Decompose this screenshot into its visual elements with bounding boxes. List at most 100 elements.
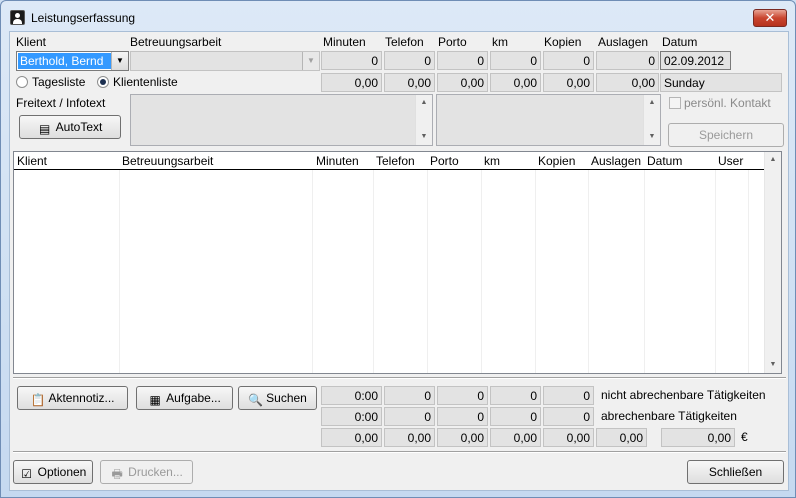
chevron-down-icon[interactable]: ▼ xyxy=(111,52,128,70)
column-divider xyxy=(427,170,428,373)
separator xyxy=(13,377,786,379)
label-telefon: Telefon xyxy=(385,35,424,49)
klient-combobox[interactable]: Berthold, Bernd ▼ xyxy=(16,51,129,71)
label-abrechenbar: abrechenbare Tätigkeiten xyxy=(601,409,737,423)
abr-minuten: 0:00 xyxy=(321,407,382,426)
nicht-abr-km: 0 xyxy=(490,386,541,405)
column-divider xyxy=(715,170,716,373)
sum-telefon: 0,00 xyxy=(384,428,435,447)
scroll-down-icon[interactable]: ▼ xyxy=(765,357,781,373)
separator xyxy=(13,451,786,453)
autotext-icon: ▤ xyxy=(38,122,51,136)
total-porto: 0,00 xyxy=(437,73,488,92)
sum-auslagen: 0,00 xyxy=(596,428,647,447)
abr-telefon: 0 xyxy=(384,407,435,426)
kopien-input[interactable]: 0 xyxy=(543,51,594,70)
col-klient[interactable]: Klient xyxy=(17,154,47,168)
sum-kopien: 0,00 xyxy=(543,428,594,447)
col-minuten[interactable]: Minuten xyxy=(316,154,359,168)
abr-km: 0 xyxy=(490,407,541,426)
label-klientenliste: Klientenliste xyxy=(113,75,178,89)
clipboard-icon: 📋 xyxy=(30,393,46,407)
col-betreuungsarbeit[interactable]: Betreuungsarbeit xyxy=(122,154,213,168)
radio-tagesliste[interactable] xyxy=(16,76,28,88)
nicht-abr-minuten: 0:00 xyxy=(321,386,382,405)
close-window-button[interactable]: ✕ xyxy=(753,9,787,27)
app-user-icon xyxy=(10,10,25,25)
weekday-display: Sunday xyxy=(660,73,782,92)
col-auslagen[interactable]: Auslagen xyxy=(591,154,641,168)
total-kopien: 0,00 xyxy=(543,73,594,92)
persoenl-kontakt-checkbox[interactable] xyxy=(669,97,681,109)
scroll-up-icon[interactable]: ▲ xyxy=(416,95,432,111)
label-freitext: Freitext / Infotext xyxy=(16,96,106,110)
total-km: 0,00 xyxy=(490,73,541,92)
chevron-down-icon[interactable]: ▼ xyxy=(302,52,319,70)
printer-icon: 🖶 xyxy=(111,467,123,481)
schliessen-button[interactable]: Schließen xyxy=(687,460,784,484)
abr-kopien: 0 xyxy=(543,407,594,426)
label-minuten: Minuten xyxy=(323,35,366,49)
entries-table[interactable]: Klient Betreuungsarbeit Minuten Telefon … xyxy=(13,151,782,374)
col-datum[interactable]: Datum xyxy=(647,154,682,168)
telefon-input[interactable]: 0 xyxy=(384,51,435,70)
label-tagesliste: Tagesliste xyxy=(32,75,86,89)
scroll-up-icon[interactable]: ▲ xyxy=(765,152,781,168)
column-divider xyxy=(748,170,749,373)
label-datum: Datum xyxy=(662,35,698,49)
search-icon: 🔍 xyxy=(248,393,264,407)
km-input[interactable]: 0 xyxy=(490,51,541,70)
column-divider xyxy=(644,170,645,373)
klient-selected-value: Berthold, Bernd xyxy=(18,53,111,69)
col-km[interactable]: km xyxy=(484,154,500,168)
total-telefon: 0,00 xyxy=(384,73,435,92)
table-scrollbar[interactable]: ▲ ▼ xyxy=(764,152,781,373)
col-porto[interactable]: Porto xyxy=(430,154,459,168)
column-divider xyxy=(373,170,374,373)
scroll-down-icon[interactable]: ▼ xyxy=(644,129,660,145)
label-auslagen: Auslagen xyxy=(598,35,649,49)
nicht-abr-porto: 0 xyxy=(437,386,488,405)
autotext-button[interactable]: ▤ AutoText xyxy=(19,115,121,139)
scroll-down-icon[interactable]: ▼ xyxy=(416,129,432,145)
table-header: Klient Betreuungsarbeit Minuten Telefon … xyxy=(14,152,766,170)
nicht-abr-telefon: 0 xyxy=(384,386,435,405)
aktennotiz-button[interactable]: 📋 Aktennotiz... xyxy=(17,386,128,410)
label-nicht-abrechenbar: nicht abrechenbare Tätigkeiten xyxy=(601,388,766,402)
freitext-scrollbar[interactable]: ▲ ▼ xyxy=(415,95,432,145)
label-km: km xyxy=(492,35,508,49)
aufgabe-button[interactable]: ▦ Aufgabe... xyxy=(136,386,233,410)
sum-porto: 0,00 xyxy=(437,428,488,447)
form-body: Klient Betreuungsarbeit Minuten Telefon … xyxy=(9,31,789,491)
datum-input[interactable]: 02.09.2012 xyxy=(660,51,731,70)
column-divider xyxy=(481,170,482,373)
title-bar[interactable]: Leistungserfassung ✕ xyxy=(1,1,795,31)
speichern-button[interactable]: Speichern xyxy=(668,123,784,147)
suchen-button[interactable]: 🔍 Suchen xyxy=(238,386,317,410)
currency-symbol: € xyxy=(741,430,748,444)
nicht-abr-kopien: 0 xyxy=(543,386,594,405)
radio-klientenliste[interactable] xyxy=(97,76,109,88)
freitext-memo[interactable]: ▲ ▼ xyxy=(130,94,433,146)
optionen-button[interactable]: ☑ Optionen xyxy=(13,460,93,484)
auslagen-input[interactable]: 0 xyxy=(596,51,659,70)
minuten-input[interactable]: 0 xyxy=(321,51,382,70)
label-porto: Porto xyxy=(438,35,467,49)
col-kopien[interactable]: Kopien xyxy=(538,154,575,168)
abr-porto: 0 xyxy=(437,407,488,426)
col-user[interactable]: User xyxy=(718,154,743,168)
betreuungsarbeit-combobox[interactable]: ▼ xyxy=(130,51,320,71)
scroll-up-icon[interactable]: ▲ xyxy=(644,95,660,111)
label-kopien: Kopien xyxy=(544,35,582,49)
column-divider xyxy=(312,170,313,373)
label-betreuungsarbeit: Betreuungsarbeit xyxy=(130,35,222,49)
total-minuten: 0,00 xyxy=(321,73,382,92)
drucken-button[interactable]: 🖶 Drucken... xyxy=(100,460,193,484)
col-telefon[interactable]: Telefon xyxy=(376,154,415,168)
window-title: Leistungserfassung xyxy=(31,11,136,25)
infotext-scrollbar[interactable]: ▲ ▼ xyxy=(643,95,660,145)
infotext-memo[interactable]: ▲ ▼ xyxy=(436,94,661,146)
total-auslagen: 0,00 xyxy=(596,73,659,92)
porto-input[interactable]: 0 xyxy=(437,51,488,70)
sum-total: 0,00 xyxy=(661,428,735,447)
